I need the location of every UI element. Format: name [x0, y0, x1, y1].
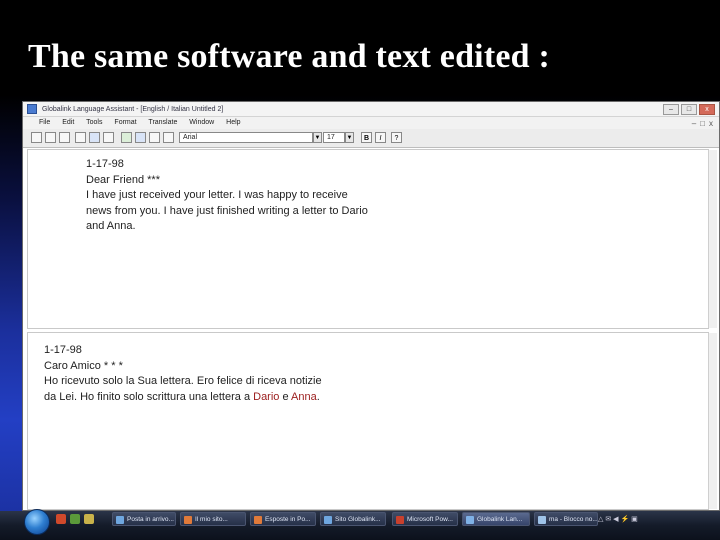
powerpoint-icon [396, 516, 404, 524]
media-quicklaunch-icon[interactable] [70, 514, 80, 524]
menu-translate[interactable]: Translate [148, 119, 177, 126]
menu-format[interactable]: Format [114, 119, 136, 126]
font-name-select[interactable]: Arial [179, 132, 313, 143]
menu-tools[interactable]: Tools [86, 119, 102, 126]
tray-icons[interactable]: △ ✉ ◀ ⚡ ▣ [598, 515, 638, 523]
browser-icon [184, 516, 192, 524]
document-icon [324, 516, 332, 524]
source-line: I have just received your letter. I was … [86, 189, 348, 201]
period-text: . [316, 390, 320, 403]
minimize-button[interactable]: – [663, 104, 679, 115]
conjunction-text: e [279, 390, 292, 403]
taskbar-button-exposed[interactable]: Esposte in Po... [250, 512, 316, 526]
font-size-select[interactable]: 17 [323, 132, 345, 143]
play-icon[interactable] [89, 132, 100, 143]
target-line: da Lei. Ho finito solo scrittura una let… [44, 390, 322, 406]
target-text: 1-17-98 Caro Amico * * * Ho ricevuto sol… [44, 343, 322, 405]
taskbar-button-powerpoint[interactable]: Microsoft Pow... [392, 512, 458, 526]
new-document-icon[interactable] [31, 132, 42, 143]
app-window: Globalink Language Assistant - [English … [22, 101, 720, 511]
maximize-button[interactable]: □ [681, 104, 697, 115]
pause-icon[interactable] [103, 132, 114, 143]
taskbar-button-globalink-app[interactable]: Globalink Lan... [462, 512, 530, 526]
size-dropdown-arrow[interactable]: ▼ [345, 132, 354, 143]
close-button[interactable]: x [699, 104, 715, 115]
notepad-icon [538, 516, 546, 524]
app-icon [27, 104, 37, 115]
target-line: Caro Amico * * * [44, 359, 123, 372]
taskbar: Posta in arrivo... Il mio sito... Espost… [0, 509, 720, 540]
window-title: Globalink Language Assistant - [English … [41, 106, 224, 113]
scroll-down-icon[interactable] [709, 501, 717, 509]
toolbar: Arial ▼ 17 ▼ B I ? [23, 129, 719, 148]
source-line: 1-17-98 [86, 158, 124, 170]
target-line: 1-17-98 [44, 344, 82, 356]
source-line: and Anna. [86, 220, 136, 232]
open-file-icon[interactable] [45, 132, 56, 143]
name-dario: Dario [253, 390, 280, 403]
taskbar-button-notepad[interactable]: ma - Blocco no... [534, 512, 598, 526]
menu-edit[interactable]: Edit [62, 119, 74, 126]
options-icon[interactable] [163, 132, 174, 143]
menu-file[interactable]: File [39, 119, 50, 126]
help-button[interactable]: ? [391, 132, 402, 143]
menu-window[interactable]: Window [189, 119, 214, 126]
folder-quicklaunch-icon[interactable] [84, 514, 94, 524]
browser-quicklaunch-icon[interactable] [56, 514, 66, 524]
browser-icon [254, 516, 262, 524]
source-line: Dear Friend *** [86, 173, 160, 186]
window-titlebar[interactable]: Globalink Language Assistant - [English … [23, 102, 719, 117]
save-icon[interactable] [59, 132, 70, 143]
source-text: 1-17-98 Dear Friend *** I have just rece… [86, 157, 368, 235]
target-scrollbar[interactable] [708, 333, 717, 509]
target-line: Ho ricevuto solo la Sua lettera. Ero fel… [44, 375, 322, 387]
window-controls: – □ x [663, 104, 715, 115]
dictionary-icon[interactable] [135, 132, 146, 143]
italic-button[interactable]: I [375, 132, 386, 143]
system-tray: △ ✉ ◀ ⚡ ▣ [592, 511, 720, 527]
bold-button[interactable]: B [361, 132, 372, 143]
menu-help[interactable]: Help [226, 119, 240, 126]
taskbar-button-globalink-site[interactable]: Sito Globalink... [320, 512, 386, 526]
target-line-text: da Lei. Ho finito solo scrittura una let… [44, 390, 254, 403]
scroll-down-icon[interactable] [709, 320, 717, 328]
slide-title: The same software and text edited : [28, 38, 550, 75]
name-anna: Anna [291, 390, 317, 403]
globe-icon [466, 516, 474, 524]
translate-icon[interactable] [121, 132, 132, 143]
print-icon[interactable] [149, 132, 160, 143]
source-scrollbar[interactable] [708, 150, 717, 328]
stop-icon[interactable] [75, 132, 86, 143]
source-line: news from you. I have just finished writ… [86, 204, 368, 217]
start-button[interactable] [24, 509, 50, 535]
scroll-up-icon[interactable] [709, 150, 717, 158]
taskbar-button-mail[interactable]: Posta in arrivo... [112, 512, 176, 526]
font-dropdown-arrow[interactable]: ▼ [313, 132, 322, 143]
source-text-pane[interactable]: 1-17-98 Dear Friend *** I have just rece… [27, 149, 717, 329]
target-text-pane[interactable]: 1-17-98 Caro Amico * * * Ho ricevuto sol… [27, 332, 717, 510]
taskbar-button-site[interactable]: Il mio sito... [180, 512, 246, 526]
scroll-up-icon[interactable] [709, 333, 717, 341]
mail-icon [116, 516, 124, 524]
menu-bar: File Edit Tools Format Translate Window … [23, 117, 719, 129]
